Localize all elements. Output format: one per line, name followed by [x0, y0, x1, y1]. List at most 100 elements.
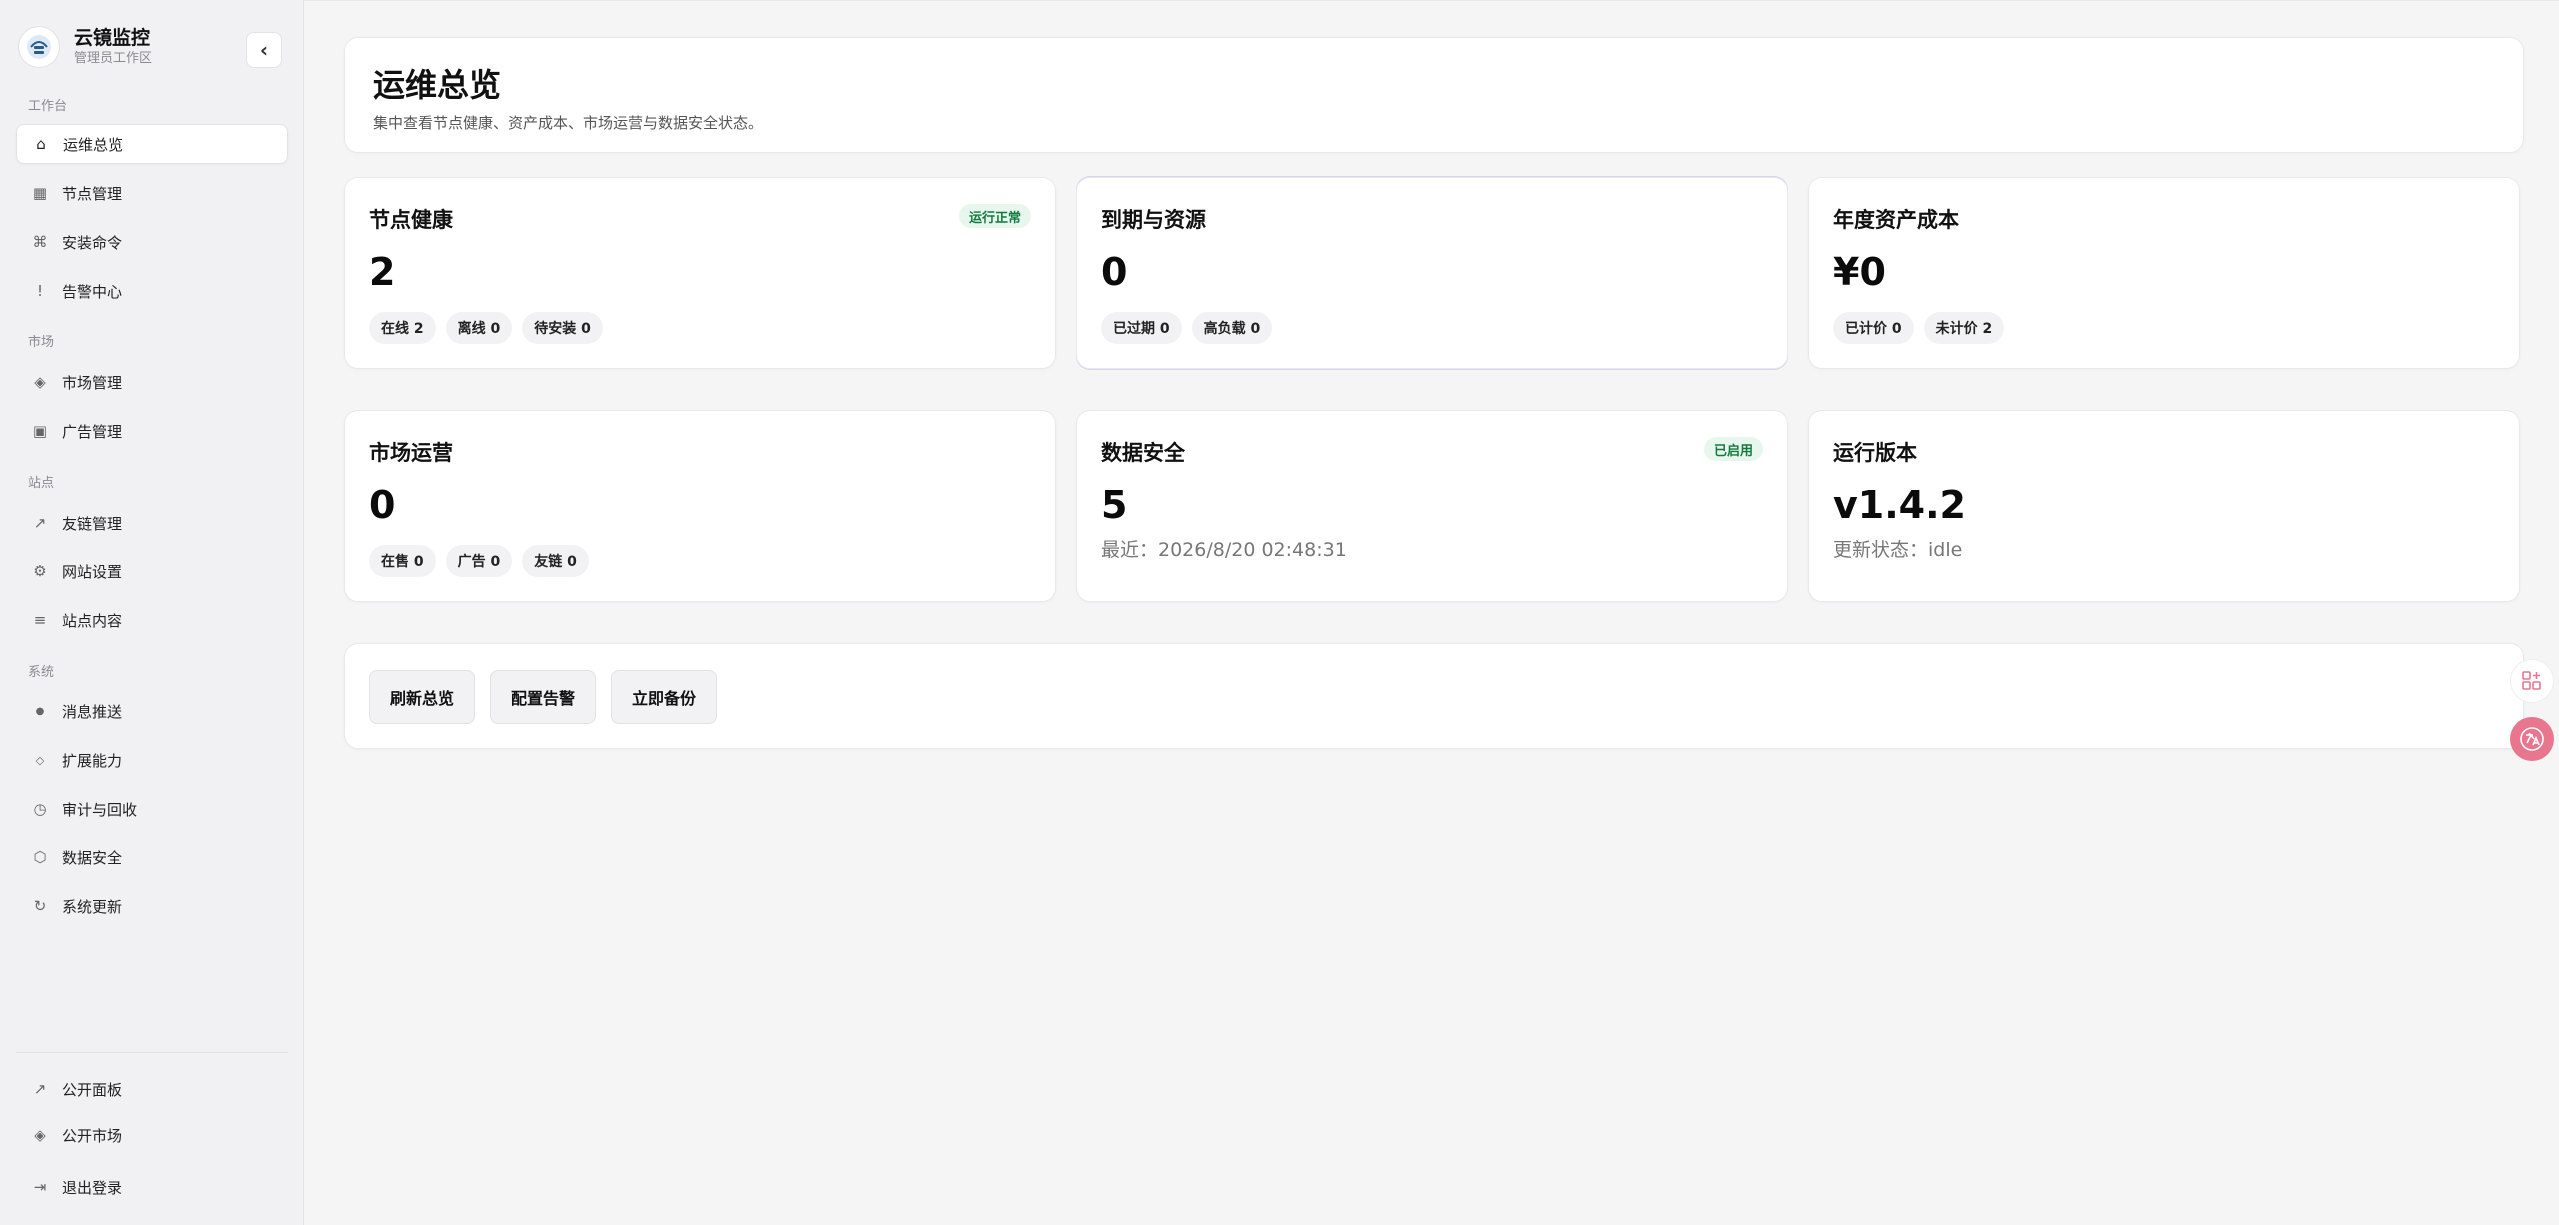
external-icon: ↗: [33, 1080, 47, 1098]
chip-ads: 广告 0: [445, 545, 513, 577]
node-health-card: 节点健康 运行正常 2 在线 2 离线 0 待安装 0: [344, 177, 1056, 369]
status-badge: 已启用: [1703, 437, 1763, 461]
sidebar-item-overview[interactable]: ⌂ 运维总览: [16, 124, 288, 164]
section-label-market: 市场: [28, 335, 55, 350]
sidebar: 云镜监控 管理员工作区 ‹ 工作台 ⌂ 运维总览 ▦ 节点管理 ⌘ 安装命令 !…: [0, 0, 304, 1225]
sidebar-item-label: 公开市场: [62, 1126, 123, 1145]
card-title: 节点健康: [369, 208, 453, 232]
card-title: 市场运营: [369, 441, 453, 465]
sidebar-item-label: 节点管理: [62, 184, 123, 203]
page-header-card: 运维总览 集中查看节点健康、资产成本、市场运营与数据安全状态。: [344, 37, 2524, 153]
chip-pending-install: 待安装 0: [522, 312, 603, 344]
link-arrow-icon: ↗: [33, 514, 47, 532]
expiry-resources-card: 到期与资源 0 已过期 0 高负载 0: [1076, 177, 1788, 369]
sidebar-item-label: 站点内容: [62, 611, 123, 630]
sidebar-item-extensions[interactable]: ◇ 扩展能力: [16, 740, 288, 780]
dot-icon: ●: [35, 705, 45, 717]
chevron-left-icon: ‹: [259, 38, 269, 62]
chip-links: 友链 0: [522, 545, 589, 577]
brand: 云镜监控 管理员工作区: [18, 26, 152, 68]
actions-card: 刷新总览 配置告警 立即备份: [344, 643, 2524, 749]
card-value: 0: [1101, 250, 1128, 294]
card-value: v1.4.2: [1833, 483, 1966, 527]
section-label-workbench: 工作台: [28, 99, 68, 114]
market-icon: ◈: [34, 1126, 46, 1144]
collapse-sidebar-button[interactable]: ‹: [246, 32, 282, 68]
sidebar-item-audit[interactable]: ◷ 审计与回收: [16, 789, 288, 829]
sidebar-item-site-content[interactable]: ≡ 站点内容: [16, 600, 288, 640]
card-title: 到期与资源: [1101, 208, 1206, 232]
card-title: 运行版本: [1833, 441, 1917, 465]
sidebar-item-site-settings[interactable]: ⚙ 网站设置: [16, 551, 288, 591]
sparkle-icon: ◇: [35, 753, 45, 767]
card-title: 年度资产成本: [1833, 208, 1959, 232]
shield-icon: ⬡: [33, 848, 47, 866]
main-content: 运维总览 集中查看节点健康、资产成本、市场运营与数据安全状态。 节点健康 运行正…: [304, 0, 2559, 1225]
sidebar-item-label: 退出登录: [62, 1178, 123, 1197]
grid-icon: ▦: [32, 184, 48, 202]
sidebar-item-alerts[interactable]: ! 告警中心: [16, 271, 288, 311]
apps-icon: [2522, 671, 2541, 690]
sidebar-item-market[interactable]: ◈ 市场管理: [16, 362, 288, 402]
sidebar-item-public-market[interactable]: ◈ 公开市场: [16, 1115, 288, 1155]
sidebar-item-label: 市场管理: [62, 373, 123, 392]
translate-icon: [2520, 727, 2544, 751]
chip-expired: 已过期 0: [1101, 312, 1182, 344]
sidebar-item-label: 扩展能力: [62, 751, 123, 770]
sidebar-item-label: 运维总览: [63, 135, 124, 154]
market-operations-card: 市场运营 0 在售 0 广告 0 友链 0: [344, 410, 1056, 602]
sidebar-item-label: 告警中心: [62, 282, 123, 301]
card-title: 数据安全: [1101, 441, 1185, 465]
sidebar-item-nodes[interactable]: ▦ 节点管理: [16, 173, 288, 213]
sidebar-item-install[interactable]: ⌘ 安装命令: [16, 222, 288, 262]
card-value: 0: [369, 483, 396, 527]
sidebar-item-push[interactable]: ● 消息推送: [16, 691, 288, 731]
diamond-icon: ◈: [34, 373, 46, 391]
sidebar-item-links[interactable]: ↗ 友链管理: [16, 503, 288, 543]
configure-alerts-button[interactable]: 配置告警: [490, 670, 597, 724]
sidebar-item-label: 数据安全: [62, 848, 123, 867]
clock-icon: ◷: [33, 800, 47, 818]
page-description: 集中查看节点健康、资产成本、市场运营与数据安全状态。: [373, 114, 764, 132]
sidebar-item-label: 系统更新: [62, 897, 123, 916]
refresh-icon: ↻: [33, 897, 47, 915]
backup-now-button[interactable]: 立即备份: [611, 670, 718, 724]
command-icon: ⌘: [32, 233, 48, 251]
chip-priced: 已计价 0: [1833, 312, 1914, 344]
status-badge: 运行正常: [958, 204, 1031, 228]
sidebar-item-logout[interactable]: ⇥ 退出登录: [16, 1167, 288, 1207]
card-value: 2: [369, 250, 396, 294]
sidebar-item-label: 消息推送: [62, 702, 123, 721]
runtime-version-card: 运行版本 v1.4.2 更新状态：idle: [1808, 410, 2520, 602]
chip-unpriced: 未计价 2: [1923, 312, 2005, 344]
alert-icon: !: [36, 282, 43, 300]
sidebar-item-label: 审计与回收: [62, 800, 138, 819]
card-value: ¥0: [1833, 250, 1886, 294]
logout-icon: ⇥: [33, 1178, 47, 1196]
sidebar-item-label: 公开面板: [62, 1080, 123, 1099]
gear-icon: ⚙: [33, 562, 47, 580]
sidebar-item-label: 安装命令: [62, 233, 123, 252]
square-icon: ▣: [32, 422, 48, 440]
sidebar-item-label: 广告管理: [62, 422, 123, 441]
brand-subtitle: 管理员工作区: [74, 51, 153, 66]
sidebar-item-system-update[interactable]: ↻ 系统更新: [16, 886, 288, 926]
logo-icon: [18, 26, 60, 68]
card-value: 5: [1101, 483, 1128, 527]
brand-title: 云镜监控: [74, 27, 151, 49]
apps-float-button[interactable]: [2510, 659, 2554, 703]
page-title: 运维总览: [373, 66, 502, 104]
list-icon: ≡: [33, 611, 47, 629]
update-status: 更新状态：idle: [1833, 539, 1963, 561]
sidebar-item-data-security[interactable]: ⬡ 数据安全: [16, 837, 288, 877]
chip-online: 在线 2: [369, 312, 436, 344]
sidebar-divider: [16, 1052, 288, 1053]
sidebar-item-public-panel[interactable]: ↗ 公开面板: [16, 1069, 288, 1109]
data-security-card: 数据安全 已启用 5 最近：2026/8/20 02:48:31: [1076, 410, 1788, 602]
chip-offline: 离线 0: [445, 312, 513, 344]
home-icon: ⌂: [36, 135, 46, 153]
chip-high-load: 高负载 0: [1191, 312, 1273, 344]
refresh-overview-button[interactable]: 刷新总览: [369, 670, 476, 724]
translate-float-button[interactable]: [2510, 717, 2554, 761]
sidebar-item-ads[interactable]: ▣ 广告管理: [16, 411, 288, 451]
